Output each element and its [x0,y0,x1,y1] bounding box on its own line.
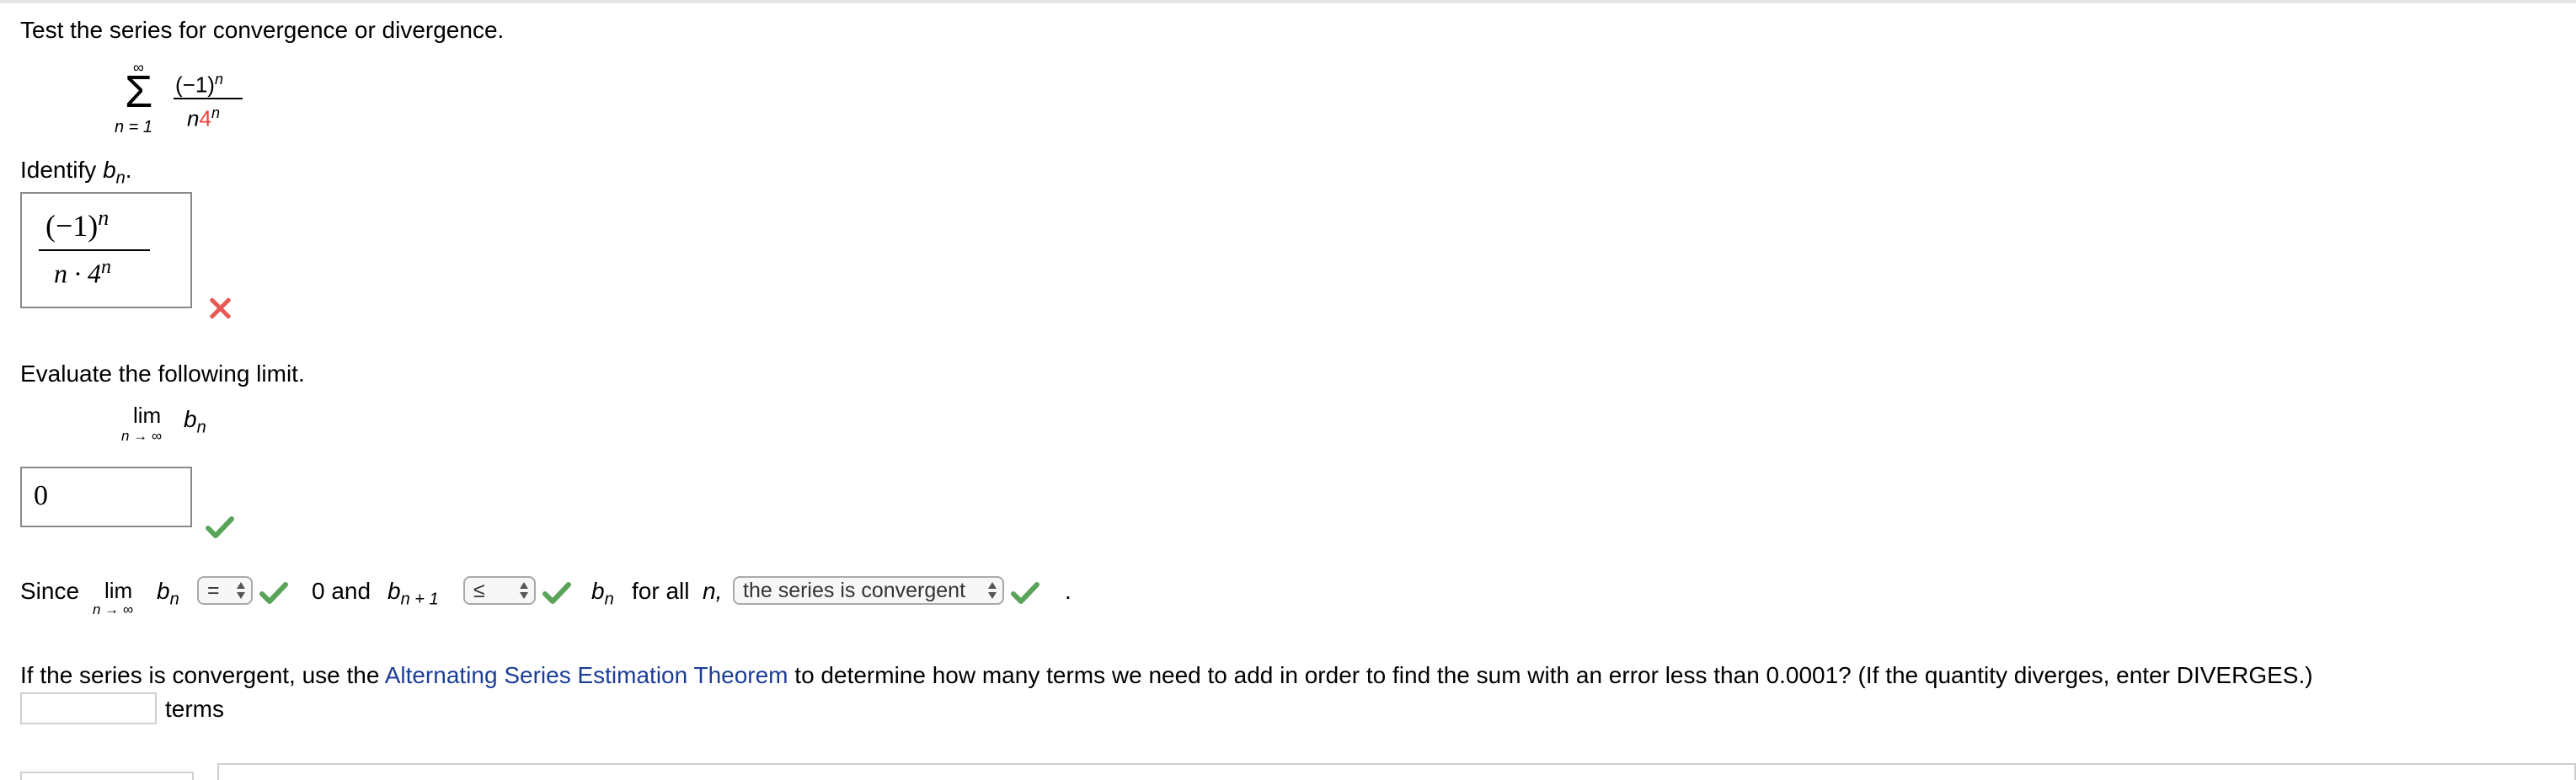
bn-answer-fraction-bar [39,249,150,251]
series-denominator: n4n [187,104,220,131]
lim-word: lim [133,403,162,428]
correct-check-icon [259,581,288,605]
lim-subscript: n → ∞ [121,428,163,444]
since-bn-2: bn [591,578,614,609]
since-bn-plus-1: bn + 1 [387,578,439,609]
series-numerator: (−1)n [175,71,223,98]
since-lim-subscript: n → ∞ [93,601,134,617]
correct-check-icon [542,581,571,605]
since-lim-word: lim [104,578,133,603]
series-fraction-bar [174,98,243,99]
bottom-panel-partial [217,763,2576,780]
bottom-button-partial[interactable] [20,772,194,780]
select-arrows-icon [520,582,528,599]
zero-and-text: 0 and [312,578,371,604]
correct-check-icon [206,516,234,539]
evaluate-limit-label: Evaluate the following limit. [20,361,305,387]
terms-unit-label: terms [165,696,224,722]
terms-question: If the series is convergent, use the Alt… [20,662,2313,688]
select-arrows-icon [988,582,997,599]
relation-select-1[interactable]: = [197,576,253,605]
sigma-lower-limit: n = 1 [115,118,153,136]
n-variable: n, [703,578,723,604]
relation-select-2[interactable]: ≤ [463,576,536,605]
top-divider [0,0,2576,3]
since-label: Since [20,578,80,604]
question-prompt: Test the series for convergence or diver… [20,17,505,43]
bn-answer-denominator: n · 4n [54,256,111,289]
bn-answer-box[interactable]: (−1)n n · 4n [20,192,192,308]
select-arrows-icon [237,582,245,599]
since-bn: bn [157,578,179,609]
bn-answer-numerator: (−1)n [45,206,110,243]
limit-answer-value: 0 [34,480,48,511]
incorrect-x-icon [209,297,231,318]
sigma-symbol: Σ [125,67,153,117]
limit-answer-box[interactable]: 0 [20,467,192,527]
limit-variable: bn [184,406,206,437]
for-all-text: for all [632,578,690,604]
terms-input[interactable] [20,692,157,724]
alternating-series-theorem-link[interactable]: Alternating Series Estimation Theorem [385,662,788,688]
sentence-period: . [1065,578,1072,604]
identify-bn-label: Identify bn. [20,157,132,188]
conclusion-select[interactable]: the series is convergent [733,576,1004,605]
correct-check-icon [1011,581,1039,605]
